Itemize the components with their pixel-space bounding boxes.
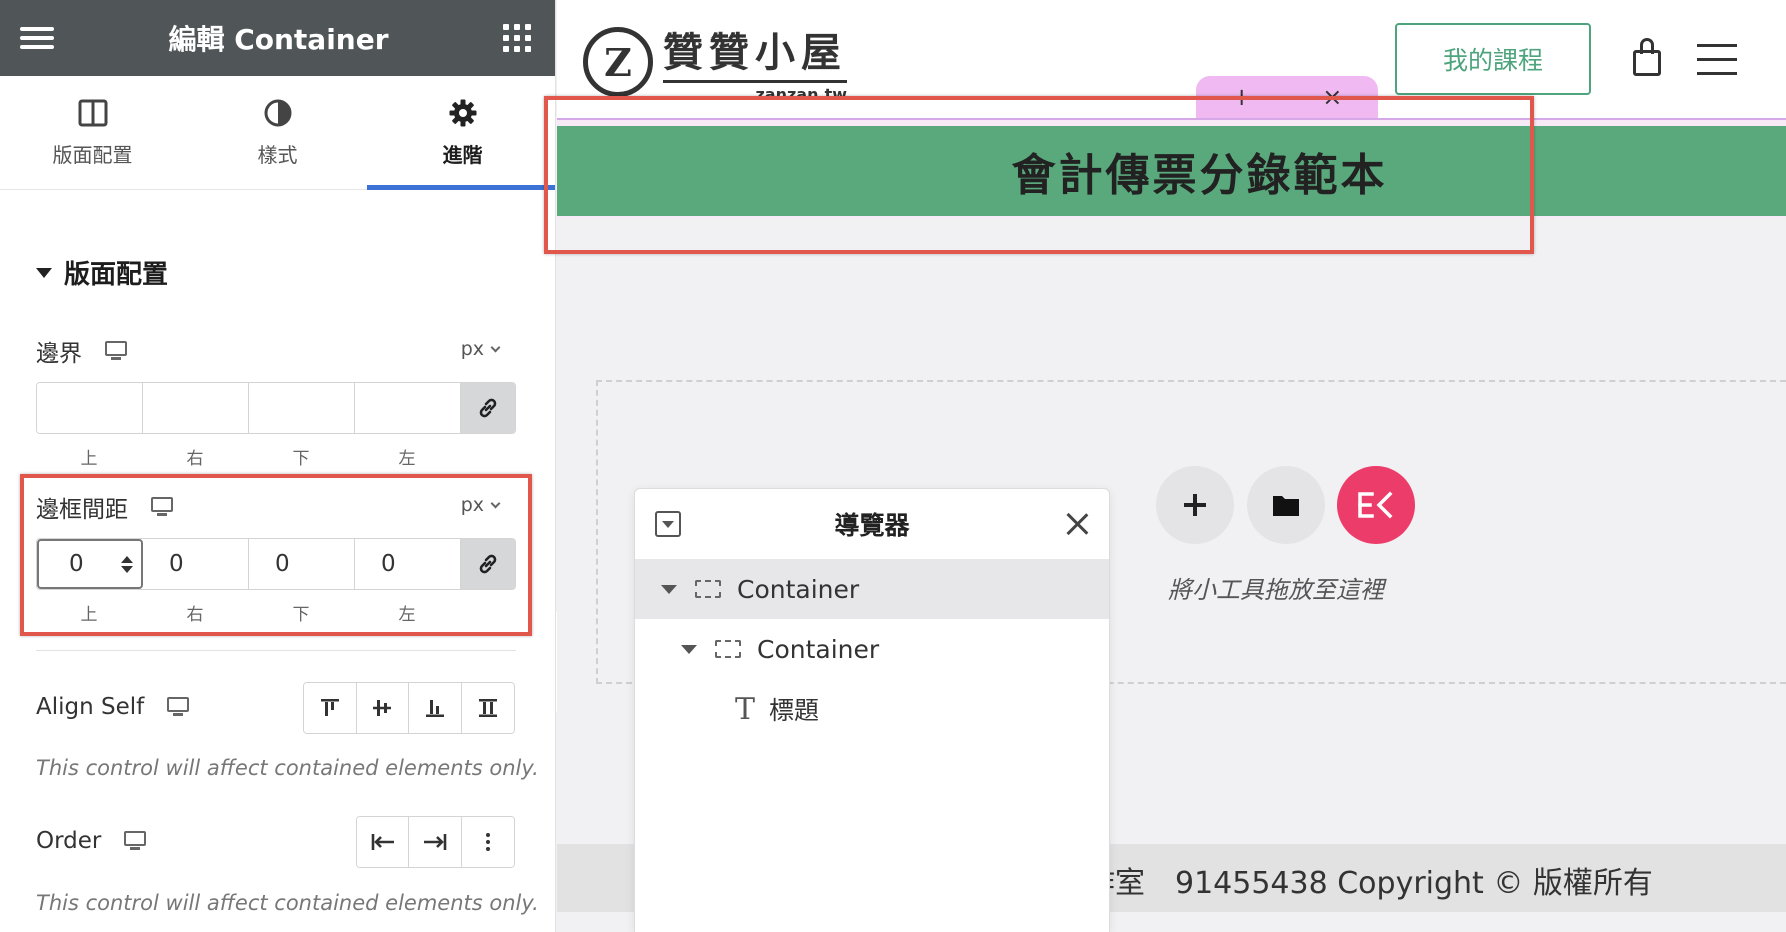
margin-inputs xyxy=(36,382,516,434)
order-label-group: Order xyxy=(36,828,147,854)
align-center-icon xyxy=(373,700,392,716)
margin-label: 邊界 xyxy=(36,341,82,367)
container-icon xyxy=(695,580,721,598)
align-self-label: Align Self xyxy=(36,694,145,720)
footer-text: 作室 91455438 Copyright © 版權所有 xyxy=(1085,866,1653,901)
align-start-icon xyxy=(320,699,339,716)
navigator-item-container[interactable]: Container xyxy=(635,559,1109,619)
add-section-button[interactable] xyxy=(1156,466,1234,544)
highlight-box-title xyxy=(544,96,1534,254)
align-stretch-button[interactable] xyxy=(461,683,514,733)
margin-side-labels: 上 右 下 左 xyxy=(36,444,460,469)
order-end-button[interactable] xyxy=(409,817,462,867)
margin-unit-select[interactable]: px xyxy=(460,338,501,360)
hamburger-menu-icon[interactable] xyxy=(20,27,54,49)
editor-panel: 編輯 Container 版面配置 樣式 進階 版面配置 邊界 px 上 右 下… xyxy=(0,0,556,932)
panel-title: 編輯 Container xyxy=(168,23,389,56)
align-self-label-group: Align Self xyxy=(36,694,190,720)
panel-header: 編輯 Container xyxy=(0,0,555,76)
logo-mark-icon: Z xyxy=(583,27,653,97)
arrow-to-end-icon xyxy=(424,834,447,850)
navigator-item-label: 標題 xyxy=(769,696,820,725)
desktop-monitor-icon[interactable] xyxy=(123,831,147,851)
my-courses-button[interactable]: 我的課程 xyxy=(1395,23,1591,95)
active-tab-indicator xyxy=(367,185,555,190)
site-menu-icon[interactable] xyxy=(1697,44,1737,76)
panel-tabs: 版面配置 樣式 進階 xyxy=(0,76,555,190)
order-buttons xyxy=(356,816,515,868)
collapse-all-icon[interactable] xyxy=(655,511,681,537)
side-label-right: 右 xyxy=(186,449,204,469)
heading-icon: T xyxy=(735,691,756,727)
margin-bottom-input[interactable] xyxy=(249,383,355,433)
navigator-panel: 導覽器 Container Container T 標題 xyxy=(634,488,1110,932)
order-note: This control will affect contained eleme… xyxy=(36,891,539,915)
order-start-button[interactable] xyxy=(357,817,410,867)
margin-label-group: 邊界 xyxy=(36,334,128,368)
tab-label: 樣式 xyxy=(257,143,298,167)
tab-layout[interactable]: 版面配置 xyxy=(0,76,185,189)
highlight-box-padding xyxy=(20,474,532,636)
chevron-down-icon xyxy=(490,342,501,352)
elementskit-button[interactable] xyxy=(1337,466,1415,544)
margin-right-input[interactable] xyxy=(143,383,249,433)
more-vertical-icon xyxy=(485,833,490,851)
side-label-bottom: 下 xyxy=(292,449,310,469)
gear-icon xyxy=(447,97,479,129)
logo-name: 贊贊小屋 xyxy=(663,30,847,76)
folder-icon xyxy=(1273,496,1299,516)
align-center-button[interactable] xyxy=(356,683,409,733)
shopping-bag-icon[interactable] xyxy=(1633,38,1661,76)
close-icon[interactable] xyxy=(1065,512,1089,536)
section-toggle-layout[interactable]: 版面配置 xyxy=(36,254,168,291)
navigator-item-label: Container xyxy=(757,634,880,664)
arrow-to-start-icon xyxy=(371,834,394,850)
drop-hint-text: 將小工具拖放至這裡 xyxy=(1168,576,1384,604)
margin-top-input[interactable] xyxy=(37,383,143,433)
container-icon xyxy=(715,640,741,658)
section-title: 版面配置 xyxy=(64,260,169,290)
desktop-monitor-icon[interactable] xyxy=(166,697,190,717)
site-logo[interactable]: Z 贊贊小屋 zanzan.tw xyxy=(583,20,847,104)
align-start-button[interactable] xyxy=(304,683,357,733)
link-icon xyxy=(479,398,497,418)
caret-down-icon[interactable] xyxy=(661,584,677,594)
desktop-monitor-icon[interactable] xyxy=(104,341,128,361)
widgets-grid-icon[interactable] xyxy=(502,24,531,52)
unit-value: px xyxy=(460,338,484,360)
navigator-header[interactable]: 導覽器 xyxy=(635,489,1109,559)
caret-down-icon[interactable] xyxy=(681,644,697,654)
tab-style[interactable]: 樣式 xyxy=(185,76,370,189)
divider xyxy=(36,650,516,651)
align-end-button[interactable] xyxy=(409,683,462,733)
side-label-left: 左 xyxy=(398,449,416,469)
add-template-button[interactable] xyxy=(1247,466,1325,544)
plus-icon xyxy=(1184,494,1206,516)
elementskit-icon xyxy=(1358,491,1393,519)
side-label-top: 上 xyxy=(80,449,98,469)
layout-icon xyxy=(77,97,109,129)
align-stretch-icon xyxy=(478,699,497,717)
margin-left-input[interactable] xyxy=(355,383,461,433)
navigator-item-heading[interactable]: T 標題 xyxy=(635,679,1109,739)
tab-label: 進階 xyxy=(442,143,483,167)
tab-label: 版面配置 xyxy=(52,143,133,167)
link-values-button[interactable] xyxy=(461,383,515,433)
caret-down-icon xyxy=(36,267,52,278)
align-end-icon xyxy=(425,700,444,717)
order-more-button[interactable] xyxy=(461,817,514,867)
align-self-buttons xyxy=(303,682,515,734)
navigator-item-label: Container xyxy=(737,574,860,604)
order-label: Order xyxy=(36,828,102,854)
navigator-title: 導覽器 xyxy=(834,511,910,540)
align-self-note: This control will affect contained eleme… xyxy=(36,756,539,780)
navigator-item-container-child[interactable]: Container xyxy=(635,619,1109,679)
tab-advanced[interactable]: 進階 xyxy=(370,76,555,189)
contrast-icon xyxy=(262,97,294,129)
